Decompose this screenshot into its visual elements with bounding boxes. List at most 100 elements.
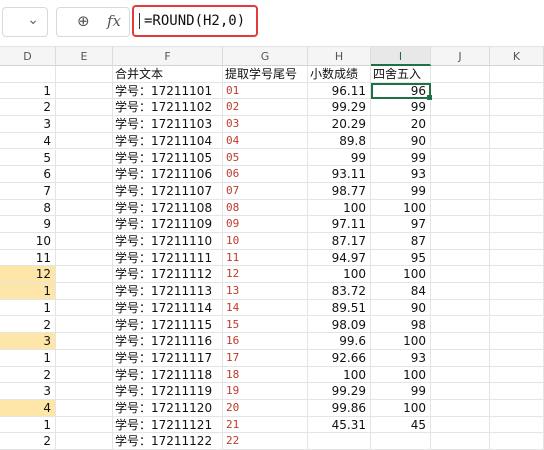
cell-k[interactable] xyxy=(490,349,544,367)
cell-e[interactable] xyxy=(56,366,113,384)
cell-id-suffix[interactable]: 09 xyxy=(223,216,308,233)
cell-k[interactable] xyxy=(490,283,544,300)
cell[interactable] xyxy=(431,66,490,83)
cell-d[interactable]: 2 xyxy=(0,433,56,450)
cell-j[interactable] xyxy=(431,233,490,250)
cell-merged-text[interactable]: 学号：17211117 xyxy=(113,349,223,367)
cell-id-suffix[interactable]: 14 xyxy=(223,299,308,317)
name-box[interactable]: ⌄ xyxy=(2,7,48,37)
cell-k[interactable] xyxy=(490,366,544,384)
cell-d[interactable]: 1 xyxy=(0,349,56,367)
cell-rounded[interactable]: 100 xyxy=(371,366,431,384)
cell-id-suffix[interactable]: 21 xyxy=(223,416,308,434)
cell-merged-text[interactable]: 学号：17211112 xyxy=(113,266,223,284)
cell-decimal-score[interactable]: 94.97 xyxy=(308,249,371,267)
cell-k[interactable] xyxy=(490,199,544,217)
cell-rounded[interactable]: 100 xyxy=(371,266,431,284)
cell-id-suffix[interactable]: 02 xyxy=(223,99,308,117)
cell-rounded[interactable]: 99 xyxy=(371,99,431,117)
zoom-icon[interactable]: ⊕ xyxy=(77,12,90,30)
cell-e[interactable] xyxy=(56,299,113,317)
cell-id-suffix[interactable]: 16 xyxy=(223,333,308,350)
cell-e[interactable] xyxy=(56,316,113,334)
cell-k[interactable] xyxy=(490,166,544,183)
cell-d[interactable]: 9 xyxy=(0,216,56,233)
cell-d[interactable]: 3 xyxy=(0,333,56,350)
cell-merged-text[interactable]: 学号：17211121 xyxy=(113,416,223,434)
cell-rounded[interactable]: 99 xyxy=(371,149,431,167)
cell-id-suffix[interactable]: 22 xyxy=(223,433,308,450)
cell-d[interactable]: 1 xyxy=(0,82,56,100)
cell-k[interactable] xyxy=(490,400,544,417)
cell-j[interactable] xyxy=(431,199,490,217)
cell-k[interactable] xyxy=(490,383,544,400)
cell[interactable] xyxy=(56,66,113,83)
cell-id-suffix[interactable]: 13 xyxy=(223,283,308,300)
cell-decimal-score[interactable]: 99 xyxy=(308,149,371,167)
cell-id-suffix[interactable]: 12 xyxy=(223,266,308,284)
header-rounded[interactable]: 四舍五入 xyxy=(371,66,431,83)
cell-k[interactable] xyxy=(490,316,544,334)
cell-e[interactable] xyxy=(56,283,113,300)
cell-merged-text[interactable]: 学号：17211114 xyxy=(113,299,223,317)
cell-merged-text[interactable]: 学号：17211110 xyxy=(113,233,223,250)
cell-k[interactable] xyxy=(490,82,544,100)
cell-k[interactable] xyxy=(490,216,544,233)
cell-decimal-score[interactable]: 89.8 xyxy=(308,132,371,150)
cell-merged-text[interactable]: 学号：17211113 xyxy=(113,283,223,300)
cell-merged-text[interactable]: 学号：17211111 xyxy=(113,249,223,267)
cell-j[interactable] xyxy=(431,316,490,334)
cell-k[interactable] xyxy=(490,333,544,350)
cell-id-suffix[interactable]: 10 xyxy=(223,233,308,250)
cell-decimal-score[interactable]: 100 xyxy=(308,266,371,284)
cell-k[interactable] xyxy=(490,182,544,200)
cell-j[interactable] xyxy=(431,433,490,450)
cell-rounded[interactable]: 99 xyxy=(371,383,431,400)
cell-decimal-score[interactable]: 93.11 xyxy=(308,166,371,183)
cell-rounded[interactable]: 98 xyxy=(371,316,431,334)
cell-e[interactable] xyxy=(56,266,113,284)
cell-k[interactable] xyxy=(490,433,544,450)
header-merged-text[interactable]: 合并文本 xyxy=(113,66,223,83)
cell-d[interactable]: 2 xyxy=(0,99,56,117)
cell-e[interactable] xyxy=(56,433,113,450)
cell-rounded[interactable]: 84 xyxy=(371,283,431,300)
cell-e[interactable] xyxy=(56,249,113,267)
cell-k[interactable] xyxy=(490,416,544,434)
cell-decimal-score[interactable]: 87.17 xyxy=(308,233,371,250)
cell-decimal-score[interactable]: 92.66 xyxy=(308,349,371,367)
fx-icon[interactable]: fx xyxy=(107,12,121,30)
cell-j[interactable] xyxy=(431,333,490,350)
cell-decimal-score[interactable]: 99.86 xyxy=(308,400,371,417)
cell-k[interactable] xyxy=(490,149,544,167)
cell-merged-text[interactable]: 学号：17211115 xyxy=(113,316,223,334)
cell-merged-text[interactable]: 学号：17211105 xyxy=(113,149,223,167)
cell-d[interactable]: 4 xyxy=(0,132,56,150)
column-header-g[interactable]: G xyxy=(223,47,308,66)
cell[interactable] xyxy=(0,66,56,83)
cell-d[interactable]: 3 xyxy=(0,383,56,400)
cell-j[interactable] xyxy=(431,266,490,284)
cell-k[interactable] xyxy=(490,266,544,284)
column-header-d[interactable]: D xyxy=(0,47,56,66)
cell-j[interactable] xyxy=(431,116,490,133)
cell[interactable] xyxy=(490,66,544,83)
cell-d[interactable]: 1 xyxy=(0,299,56,317)
cell-j[interactable] xyxy=(431,216,490,233)
cell-rounded[interactable]: 90 xyxy=(371,132,431,150)
cell-e[interactable] xyxy=(56,416,113,434)
cell-id-suffix[interactable]: 05 xyxy=(223,149,308,167)
cell-decimal-score[interactable] xyxy=(308,433,371,450)
cell-k[interactable] xyxy=(490,299,544,317)
cell-merged-text[interactable]: 学号：17211122 xyxy=(113,433,223,450)
cell-decimal-score[interactable]: 96.11 xyxy=(308,82,371,100)
cell-decimal-score[interactable]: 100 xyxy=(308,366,371,384)
cell-j[interactable] xyxy=(431,149,490,167)
cell-d[interactable]: 11 xyxy=(0,249,56,267)
header-extract-id-suffix[interactable]: 提取学号尾号 xyxy=(223,66,308,83)
cell-merged-text[interactable]: 学号：17211118 xyxy=(113,366,223,384)
cell-merged-text[interactable]: 学号：17211119 xyxy=(113,383,223,400)
column-header-f[interactable]: F xyxy=(113,47,223,66)
cell-decimal-score[interactable]: 99.6 xyxy=(308,333,371,350)
cell-j[interactable] xyxy=(431,299,490,317)
